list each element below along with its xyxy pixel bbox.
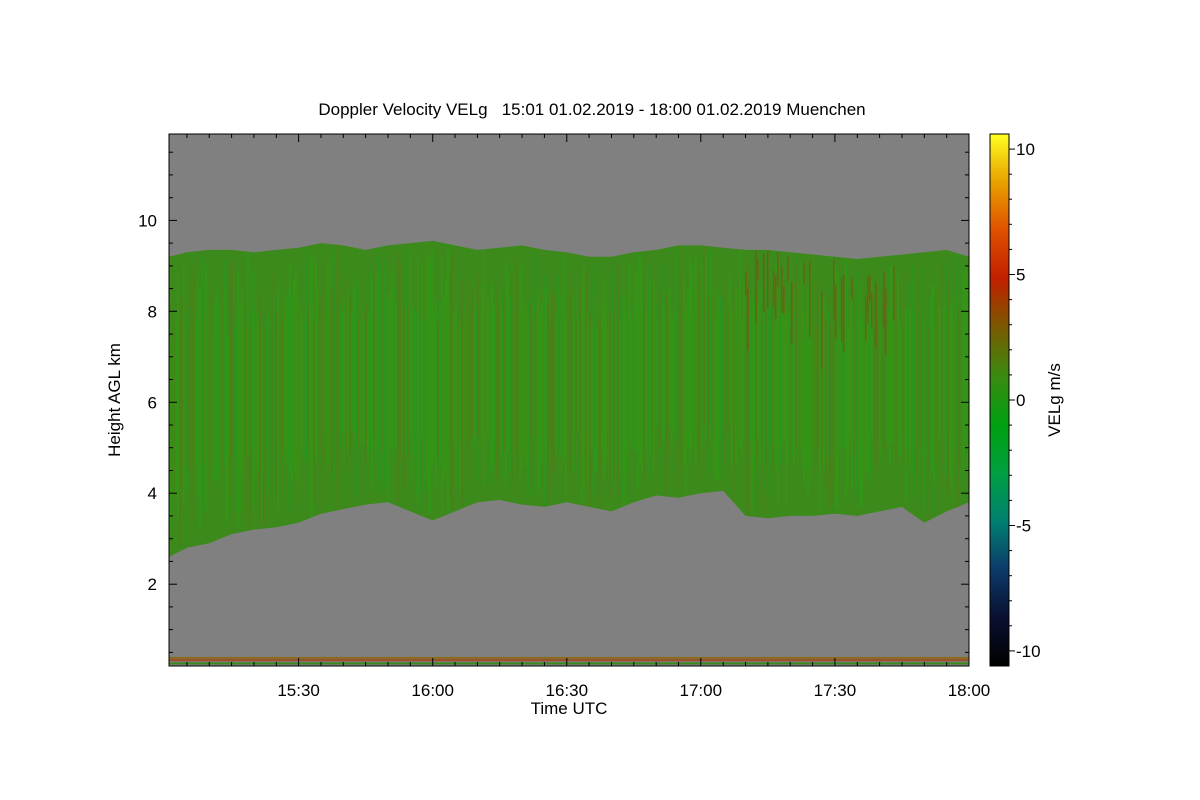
x-tick-label: 16:00 — [411, 681, 454, 700]
x-tick-label: 17:00 — [680, 681, 723, 700]
y-tick-label: 4 — [148, 484, 157, 503]
colorbar-tick-label: -5 — [1016, 517, 1031, 536]
x-tick-label: 17:30 — [814, 681, 857, 700]
x-tick-label: 16:30 — [546, 681, 589, 700]
y-tick-label: 2 — [148, 575, 157, 594]
y-axis-label: Height AGL km — [105, 343, 124, 457]
colorbar — [989, 133, 1010, 667]
ground-clutter — [169, 656, 969, 659]
chart-title: Doppler Velocity VELg 15:01 01.02.2019 -… — [318, 100, 865, 119]
y-tick-label: 6 — [148, 393, 157, 412]
ground-clutter — [169, 659, 969, 662]
colorbar-ticks: -10 -5 0 5 10 — [1009, 140, 1041, 661]
colorbar-tick-label: 10 — [1016, 140, 1035, 159]
y-tick-label: 10 — [138, 211, 157, 230]
colorbar-tick-label: -10 — [1016, 642, 1041, 661]
x-tick-label: 15:30 — [277, 681, 320, 700]
ground-clutter — [169, 662, 969, 665]
x-axis-label: Time UTC — [531, 699, 608, 718]
y-tick-label: 8 — [148, 302, 157, 321]
colorbar-tick-label: 0 — [1016, 391, 1025, 410]
colorbar-tick-label: 5 — [1016, 266, 1025, 285]
doppler-velocity-chart: Doppler Velocity VELg 15:01 01.02.2019 -… — [105, 100, 1064, 718]
x-tick-label: 18:00 — [948, 681, 991, 700]
colorbar-label: VELg m/s — [1045, 363, 1064, 437]
